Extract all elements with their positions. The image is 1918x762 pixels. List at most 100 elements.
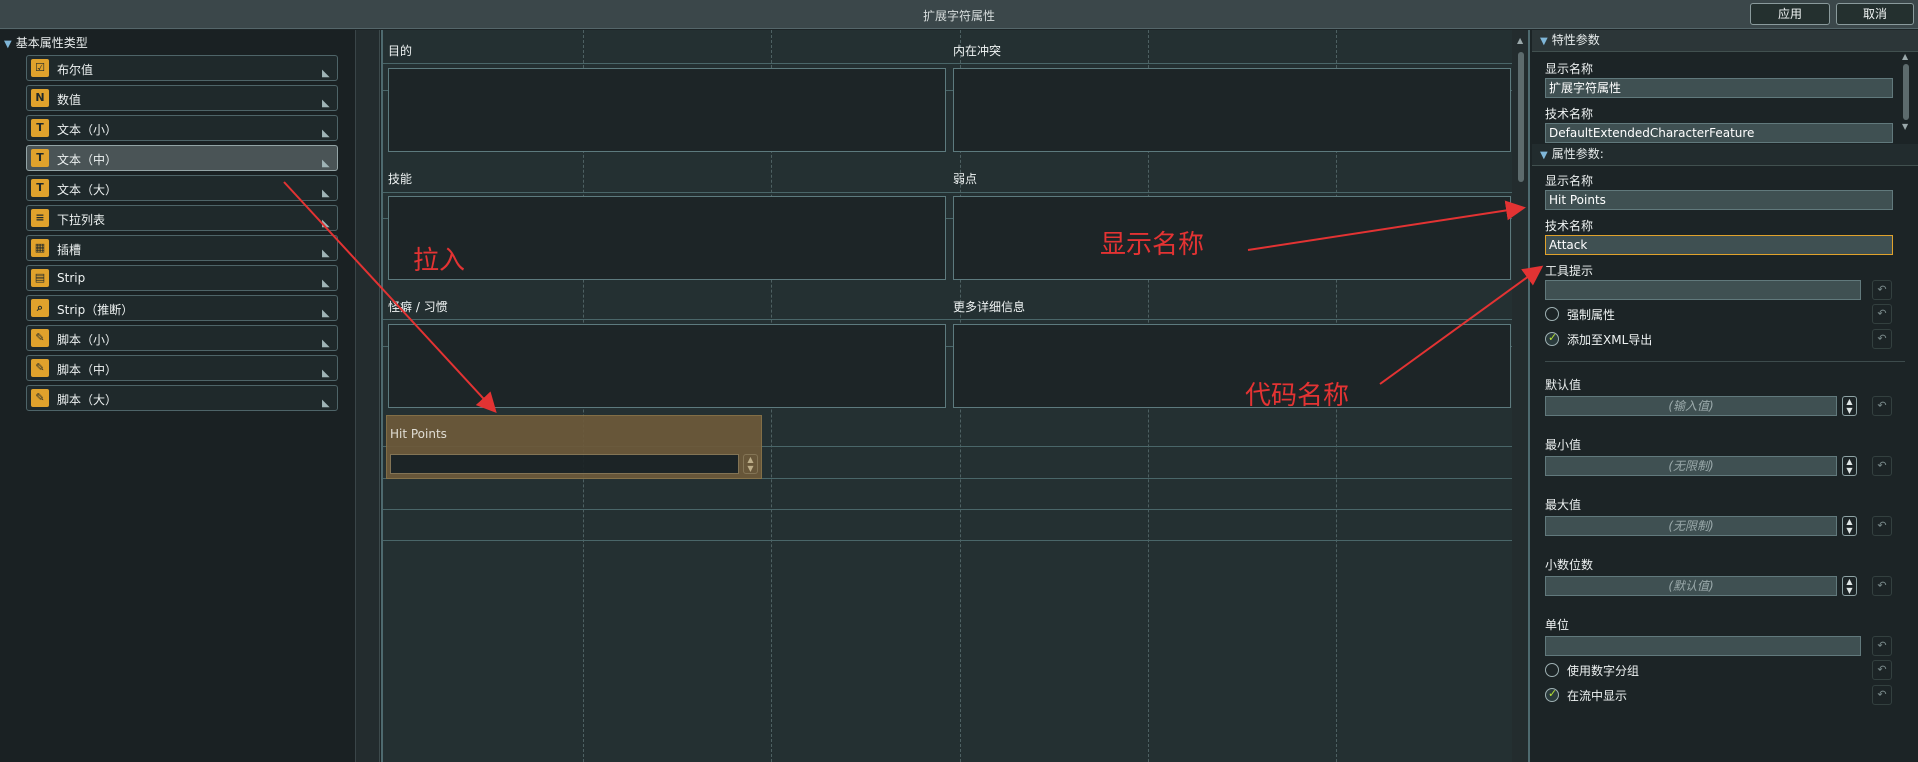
- script-large-icon: ✎: [31, 389, 49, 407]
- property-type-item[interactable]: ✎ 脚本（小） ◣: [26, 325, 338, 351]
- reset-icon[interactable]: ↶: [1872, 576, 1892, 596]
- tooltip-input[interactable]: [1545, 280, 1861, 300]
- scroll-thumb[interactable]: [1518, 52, 1524, 182]
- section-feature-params-title: 特性参数: [1551, 33, 1600, 47]
- attr-tech-name-input[interactable]: Attack: [1545, 235, 1893, 255]
- tech-name-input[interactable]: DefaultExtendedCharacterFeature: [1545, 123, 1893, 143]
- property-type-label: 脚本（小）: [57, 333, 118, 347]
- drag-handle-icon[interactable]: ◣: [322, 309, 334, 319]
- drag-handle-icon[interactable]: ◣: [322, 249, 334, 259]
- spinner-icon[interactable]: ▲ ▼: [1842, 456, 1857, 476]
- spinner-icon[interactable]: ▲ ▼: [1842, 576, 1857, 596]
- display-name-input[interactable]: 扩展字符属性: [1545, 78, 1893, 98]
- property-type-item[interactable]: ▦ 插槽 ◣: [26, 235, 338, 261]
- reset-icon[interactable]: ↶: [1872, 280, 1892, 300]
- dropdown-list-icon: ≡: [31, 209, 49, 227]
- property-type-label: Strip: [57, 271, 86, 285]
- property-types-header[interactable]: ▼ 基本属性类型: [4, 34, 88, 51]
- drag-handle-icon[interactable]: ◣: [322, 159, 334, 169]
- property-type-item[interactable]: T 文本（大） ◣: [26, 175, 338, 201]
- scroll-up-icon[interactable]: ▲: [1902, 52, 1908, 61]
- title-bar: 扩展字符属性 应用 取消: [0, 0, 1918, 29]
- property-type-item[interactable]: T 文本（小） ◣: [26, 115, 338, 141]
- attr-display-name-input[interactable]: Hit Points: [1545, 190, 1893, 210]
- app-window: 扩展字符属性 应用 取消 ▼ 基本属性类型 ☑ 布尔值 ◣ N 数值 ◣ T 文本（小） ◣ T 文本…: [0, 0, 1918, 762]
- default-value-input[interactable]: (输入值): [1545, 396, 1837, 416]
- left-scrollbar[interactable]: [356, 30, 380, 762]
- decimals-input[interactable]: (默认值): [1545, 576, 1837, 596]
- min-value-input[interactable]: (无限制): [1545, 456, 1837, 476]
- section-feature-params[interactable]: ▼ 特性参数: [1532, 30, 1918, 52]
- field-box-weakness[interactable]: [953, 196, 1511, 280]
- property-type-item[interactable]: ▤ Strip ◣: [26, 265, 338, 291]
- field-box-purpose[interactable]: [388, 68, 946, 152]
- scroll-thumb[interactable]: [1903, 64, 1909, 120]
- property-type-item[interactable]: ✎ 脚本（大） ◣: [26, 385, 338, 411]
- spinner-icon[interactable]: ▲ ▼: [1842, 396, 1857, 416]
- field-box-skills[interactable]: [388, 196, 946, 280]
- max-value-input[interactable]: (无限制): [1545, 516, 1837, 536]
- drag-handle-icon[interactable]: ◣: [322, 399, 334, 409]
- field-label-purpose: 目的: [388, 44, 413, 58]
- mandatory-label: 强制属性: [1567, 308, 1616, 322]
- reset-icon[interactable]: ↶: [1872, 456, 1892, 476]
- field-label-quirks: 怪癖 / 习惯: [388, 300, 448, 314]
- drag-handle-icon[interactable]: ◣: [322, 369, 334, 379]
- property-type-label: 插槽: [57, 243, 82, 257]
- annotation-display-name: 显示名称: [1100, 230, 1205, 260]
- show-in-flow-checkbox[interactable]: [1545, 687, 1559, 702]
- scroll-up-icon[interactable]: ▲: [1517, 36, 1523, 45]
- reset-icon[interactable]: ↶: [1872, 636, 1892, 656]
- reset-icon[interactable]: ↶: [1872, 329, 1892, 349]
- scroll-down-icon[interactable]: ▼: [1902, 122, 1908, 131]
- reset-icon[interactable]: ↶: [1872, 685, 1892, 705]
- row-guide: [383, 63, 1514, 64]
- right-scrollbar[interactable]: ▲ ▼: [1896, 52, 1916, 134]
- unit-input[interactable]: [1545, 636, 1861, 656]
- new-field-label: Hit Points: [390, 427, 447, 441]
- property-type-item[interactable]: T 文本（中） ◣: [26, 145, 338, 171]
- spinner-icon[interactable]: ▲ ▼: [1842, 516, 1857, 536]
- cancel-button[interactable]: 取消: [1836, 3, 1914, 25]
- number-icon: N: [31, 89, 49, 107]
- field-box-more-details[interactable]: [953, 324, 1511, 408]
- property-type-label: Strip（推断）: [57, 303, 134, 317]
- property-type-item[interactable]: N 数值 ◣: [26, 85, 338, 111]
- digit-group-checkbox[interactable]: [1545, 663, 1559, 677]
- reset-icon[interactable]: ↶: [1872, 396, 1892, 416]
- section-attr-params[interactable]: ▼ 属性参数:: [1532, 144, 1918, 166]
- property-type-item[interactable]: ⌕ Strip（推断） ◣: [26, 295, 338, 321]
- property-type-item[interactable]: ≡ 下拉列表 ◣: [26, 205, 338, 231]
- drag-handle-icon[interactable]: ◣: [322, 99, 334, 109]
- property-type-label: 数值: [57, 93, 82, 107]
- new-field-hit-points[interactable]: Hit Points ▲ ▼: [386, 415, 762, 479]
- reset-icon[interactable]: ↶: [1872, 516, 1892, 536]
- field-label-weakness: 弱点: [953, 172, 978, 186]
- property-type-item[interactable]: ☑ 布尔值 ◣: [26, 55, 338, 81]
- drag-handle-icon[interactable]: ◣: [322, 69, 334, 79]
- property-type-item[interactable]: ✎ 脚本（中） ◣: [26, 355, 338, 381]
- drag-handle-icon[interactable]: ◣: [322, 279, 334, 289]
- property-type-label: 脚本（中）: [57, 363, 118, 377]
- chevron-down-icon: ▼: [1540, 36, 1548, 47]
- mandatory-checkbox[interactable]: [1545, 307, 1559, 321]
- field-label-skills: 技能: [388, 172, 413, 186]
- text-large-icon: T: [31, 179, 49, 197]
- field-box-quirks[interactable]: [388, 324, 946, 408]
- drag-handle-icon[interactable]: ◣: [322, 219, 334, 229]
- apply-button[interactable]: 应用: [1750, 3, 1830, 25]
- spinner-icon[interactable]: ▲ ▼: [743, 454, 758, 474]
- field-box-inner-conflict[interactable]: [953, 68, 1511, 152]
- text-medium-icon: T: [31, 149, 49, 167]
- row-guide: [383, 319, 1514, 320]
- row-guide: [383, 509, 1514, 510]
- canvas-scrollbar[interactable]: ▲: [1512, 30, 1530, 762]
- drag-handle-icon[interactable]: ◣: [322, 339, 334, 349]
- reset-icon[interactable]: ↶: [1872, 304, 1892, 324]
- property-type-label: 文本（大）: [57, 183, 118, 197]
- new-field-input[interactable]: [390, 454, 739, 474]
- drag-handle-icon[interactable]: ◣: [322, 129, 334, 139]
- reset-icon[interactable]: ↶: [1872, 660, 1892, 680]
- xml-export-checkbox[interactable]: [1545, 331, 1559, 346]
- drag-handle-icon[interactable]: ◣: [322, 189, 334, 199]
